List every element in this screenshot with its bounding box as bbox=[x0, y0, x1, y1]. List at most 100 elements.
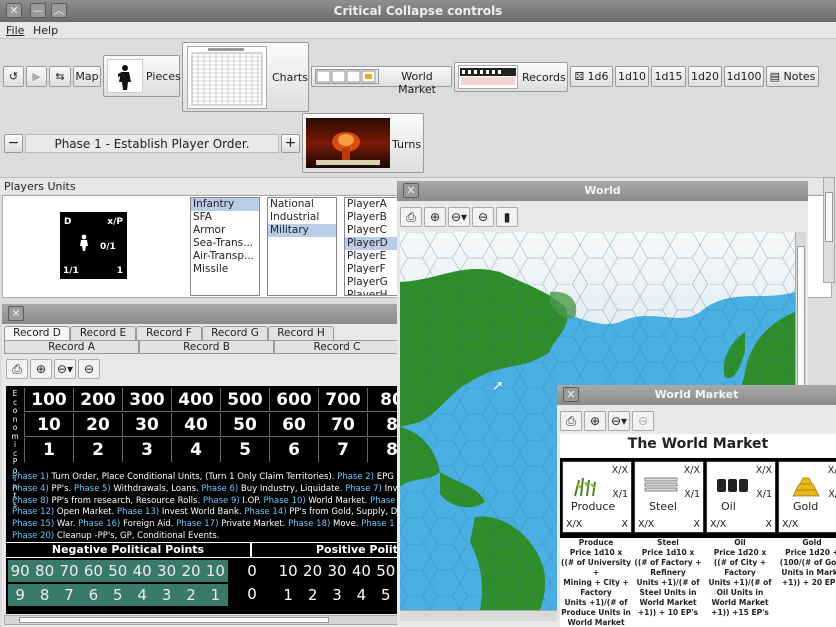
tab-record-f[interactable]: Record F bbox=[136, 326, 202, 340]
player-item[interactable]: PlayerC bbox=[345, 224, 399, 237]
players-units-label: Players Units bbox=[4, 180, 76, 193]
map-button[interactable]: Map bbox=[73, 66, 101, 87]
unit-class-item[interactable]: National bbox=[268, 198, 336, 211]
tab-record-g[interactable]: Record G bbox=[202, 326, 268, 340]
player-item[interactable]: PlayerG bbox=[345, 276, 399, 289]
zoom-out-icon[interactable]: ⊖ bbox=[78, 359, 100, 379]
player-item[interactable]: PlayerB bbox=[345, 211, 399, 224]
phase-line: Phase 4) PP's. Phase 5) Withdrawals, Loa… bbox=[12, 483, 398, 494]
world-zoom-select-icon[interactable]: ⊖▾ bbox=[448, 207, 470, 227]
econ-cell: 6 bbox=[269, 438, 318, 462]
zoom-in-icon[interactable]: ⊕ bbox=[30, 359, 52, 379]
records-button[interactable]: Records bbox=[454, 62, 568, 92]
record-horizontal-scrollbar[interactable] bbox=[4, 615, 398, 625]
world-overview-icon[interactable]: ▮ bbox=[496, 207, 518, 227]
econ-cell: 4 bbox=[171, 438, 220, 462]
charts-button[interactable]: Charts bbox=[182, 42, 309, 112]
records-thumbnail-icon bbox=[458, 65, 518, 89]
main-titlebar[interactable]: Critical Collapse controls bbox=[0, 0, 836, 22]
record-close-button[interactable]: ✕ bbox=[8, 306, 24, 321]
turns-button[interactable]: Turns bbox=[302, 113, 424, 173]
pieces-label: Pieces bbox=[146, 70, 181, 83]
market-titlebar[interactable]: World Market bbox=[557, 385, 836, 405]
unit-type-item[interactable]: Missile bbox=[191, 263, 259, 276]
menu-bar: File Help bbox=[0, 22, 836, 39]
unit-counter[interactable]: D x/P 0/1 1/1 1 bbox=[60, 212, 127, 279]
player-item[interactable]: PlayerF bbox=[345, 263, 399, 276]
unit-type-item[interactable]: Sea-Trans... bbox=[191, 237, 259, 250]
player-item[interactable]: PlayerD bbox=[345, 237, 399, 250]
dice-1d100-button[interactable]: 1d100 bbox=[724, 66, 764, 87]
print-icon[interactable]: ⎙ bbox=[6, 359, 28, 379]
unit-class-item[interactable]: Military bbox=[268, 224, 336, 237]
record-titlebar[interactable] bbox=[2, 304, 400, 324]
turns-thumbnail-icon bbox=[306, 118, 390, 168]
political-cell: 5 bbox=[113, 586, 123, 604]
econ-cell: 700 bbox=[318, 388, 367, 412]
swap-icon[interactable]: ⇆ bbox=[49, 66, 71, 87]
record-sheet: EconomicPoints 100 200 300 400 500 600 700 80 10… bbox=[6, 386, 398, 614]
negative-political-row-1: 90 80 70 60 50 40 30 20 10 bbox=[8, 560, 228, 582]
market-zoom-select-icon[interactable]: ⊖▾ bbox=[608, 411, 630, 431]
political-cell: 90 bbox=[10, 562, 30, 580]
unit-type-item[interactable]: SFA bbox=[191, 211, 259, 224]
political-cell: 7 bbox=[64, 586, 74, 604]
unit-type-list[interactable]: Infantry SFA Armor Sea-Trans... Air-Transp..… bbox=[190, 197, 260, 296]
player-item[interactable]: PlayerH bbox=[345, 289, 399, 295]
market-print-icon[interactable]: ⎙ bbox=[560, 411, 582, 431]
tab-record-d[interactable]: Record D bbox=[4, 326, 70, 340]
tab-record-h[interactable]: Record H bbox=[268, 326, 334, 340]
player-item[interactable]: PlayerE bbox=[345, 250, 399, 263]
menu-file[interactable]: File bbox=[6, 24, 24, 37]
tab-record-a[interactable]: Record A bbox=[4, 340, 139, 354]
undo-icon[interactable]: ↺ bbox=[3, 66, 24, 87]
phase-next-button[interactable]: + bbox=[281, 134, 300, 153]
tab-record-b[interactable]: Record B bbox=[139, 340, 274, 354]
player-item[interactable]: PlayerA bbox=[345, 198, 399, 211]
unit-type-item[interactable]: Infantry bbox=[191, 198, 259, 211]
unit-type-item[interactable]: Air-Transp... bbox=[191, 250, 259, 263]
pieces-button[interactable]: Pieces bbox=[103, 55, 181, 97]
dice-1d15-button[interactable]: 1d15 bbox=[651, 66, 686, 87]
record-scroll-thumb[interactable] bbox=[19, 617, 329, 623]
phase-prev-button[interactable]: − bbox=[4, 134, 23, 153]
maximize-button[interactable]: ︿ bbox=[51, 3, 67, 18]
dice-1d20-button[interactable]: 1d20 bbox=[688, 66, 722, 87]
political-cell: 80 bbox=[35, 562, 55, 580]
econ-cell: 200 bbox=[73, 388, 122, 412]
player-list[interactable]: PlayerA PlayerB PlayerC PlayerD PlayerE Playe… bbox=[344, 197, 400, 296]
phase-line: Phase 8) PP's from research, Resource Ro… bbox=[12, 495, 396, 506]
notes-button[interactable]: ▤ Notes bbox=[766, 66, 819, 87]
world-scroll-thumb[interactable] bbox=[797, 246, 805, 386]
minimize-button[interactable]: — bbox=[30, 3, 46, 18]
market-zoom-out-icon[interactable]: ⊖ bbox=[632, 411, 654, 431]
tab-record-c[interactable]: Record C bbox=[274, 340, 400, 354]
menu-help[interactable]: Help bbox=[33, 24, 58, 37]
step-icon[interactable]: ▶ bbox=[26, 66, 47, 87]
dice-1d10-button[interactable]: 1d10 bbox=[615, 66, 649, 87]
units-vertical-scrollbar[interactable] bbox=[823, 177, 835, 283]
phase-label: Phase 1 - Establish Player Order. bbox=[25, 134, 279, 153]
units-scroll-thumb[interactable] bbox=[825, 192, 833, 242]
world-close-button[interactable]: ✕ bbox=[403, 183, 419, 198]
market-close-button[interactable]: ✕ bbox=[563, 387, 579, 402]
unit-type-item[interactable]: Armor bbox=[191, 224, 259, 237]
world-zoom-out-icon[interactable]: ⊖ bbox=[472, 207, 494, 227]
market-zoom-in-icon[interactable]: ⊕ bbox=[584, 411, 606, 431]
world-print-icon[interactable]: ⎙ bbox=[400, 207, 422, 227]
tab-record-e[interactable]: Record E bbox=[70, 326, 136, 340]
unit-class-list[interactable]: National Industrial Military bbox=[267, 197, 337, 296]
political-cell: 20 bbox=[181, 562, 201, 580]
close-button[interactable]: ✕ bbox=[6, 3, 22, 18]
unit-class-item[interactable]: Industrial bbox=[268, 211, 336, 224]
negative-political-row-2: 987654321 bbox=[8, 584, 228, 606]
world-zoom-in-icon[interactable]: ⊕ bbox=[424, 207, 446, 227]
dice-1d6-button[interactable]: ⚄ 1d6 bbox=[570, 66, 613, 87]
record-tabs-bottom: Record A Record B Record C bbox=[4, 340, 400, 354]
econ-cell: 70 bbox=[318, 413, 367, 437]
zoom-select-icon[interactable]: ⊖▾ bbox=[54, 359, 76, 379]
world-market-button[interactable]: World Market bbox=[311, 66, 452, 96]
political-cell: 10 bbox=[205, 562, 225, 580]
world-titlebar[interactable]: World bbox=[397, 181, 808, 201]
political-cell: 2 bbox=[186, 586, 196, 604]
